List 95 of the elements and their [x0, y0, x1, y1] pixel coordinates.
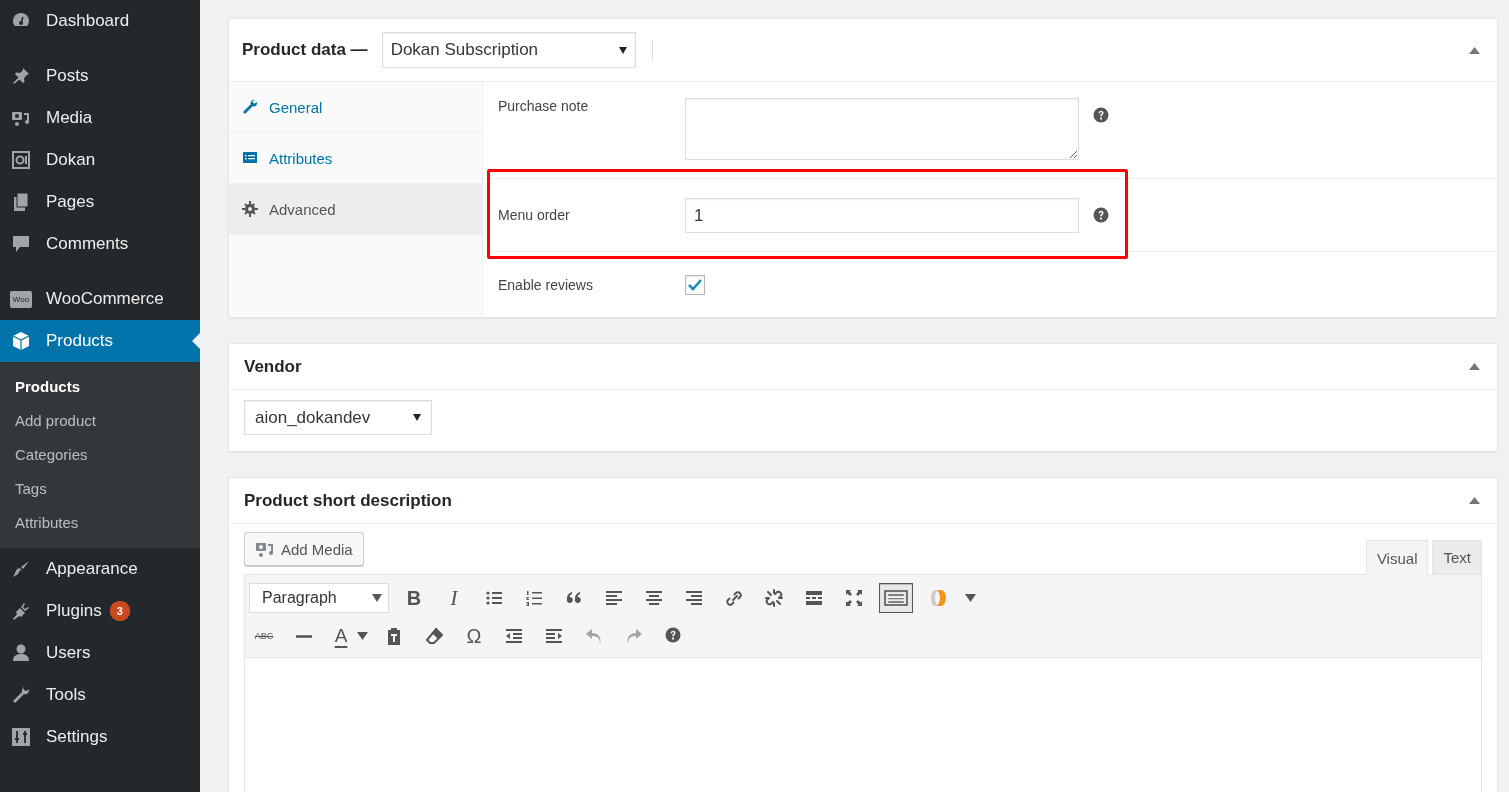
plug-icon — [11, 601, 31, 621]
menu-item[interactable]: Users — [0, 632, 200, 674]
eraser-icon — [425, 627, 443, 645]
count-badge: 3 — [109, 601, 130, 621]
menu-label: Appearance — [46, 559, 138, 579]
submenu-item[interactable]: Categories — [0, 437, 200, 471]
outdent-icon — [505, 627, 523, 645]
safe-icon — [11, 150, 31, 170]
align-right-icon — [685, 589, 703, 607]
align-left-icon — [605, 589, 623, 607]
product-type-select[interactable]: Dokan Subscription — [381, 32, 636, 68]
horizontal-line-icon — [295, 634, 313, 638]
editor-tab[interactable]: Visual — [1365, 540, 1429, 575]
menu-item[interactable]: Pages — [0, 181, 200, 223]
text-color-button[interactable]: A — [329, 621, 353, 651]
collapse-toggle-icon[interactable] — [1469, 45, 1480, 55]
menu-item[interactable]: Woo WooCommerce — [0, 278, 200, 320]
menu-label: Posts — [46, 66, 89, 86]
user-icon — [11, 643, 31, 663]
add-media-button[interactable]: Add Media — [244, 532, 364, 566]
menu-label: WooCommerce — [46, 289, 164, 309]
link-icon — [725, 589, 743, 607]
menu-label: Users — [46, 643, 91, 663]
menu-label: Tools — [46, 685, 86, 705]
read-more-icon — [805, 589, 823, 607]
gear-icon — [242, 201, 258, 217]
align-center-icon — [645, 589, 663, 607]
wrench-icon — [11, 685, 31, 705]
collapse-toggle-icon[interactable] — [1469, 496, 1480, 505]
menu-item[interactable]: Tools — [0, 674, 200, 716]
menu-item[interactable]: Dokan — [0, 139, 200, 181]
submenu-item[interactable]: Tags — [0, 471, 200, 505]
italic-button[interactable]: I — [439, 583, 469, 613]
caret-icon — [413, 414, 421, 421]
toolbar-toggle-button[interactable] — [879, 583, 913, 613]
panel-title: Product data — — [242, 40, 368, 60]
panel-title: Vendor — [244, 356, 302, 377]
menu-label: Comments — [46, 234, 129, 254]
collapse-toggle-icon[interactable] — [1469, 362, 1480, 371]
caret-icon — [618, 46, 627, 54]
caret-icon — [372, 594, 382, 602]
checkbox[interactable] — [685, 275, 705, 295]
editor-tab[interactable]: Text — [1432, 540, 1482, 574]
submenu-item[interactable]: Attributes — [0, 505, 200, 539]
menu-item[interactable]: Media — [0, 97, 200, 139]
menu-item[interactable]: Posts — [0, 55, 200, 97]
caret-icon — [356, 632, 368, 640]
strikethrough-button[interactable]: ABC — [249, 621, 279, 651]
menu-item[interactable]: Products — [0, 320, 200, 362]
numbered-list-icon — [525, 589, 543, 607]
menu-label: Products — [46, 331, 114, 351]
menu-label: Settings — [46, 727, 108, 747]
menu-label: Pages — [46, 192, 95, 212]
bullet-list-icon — [485, 589, 503, 607]
indent-icon — [545, 627, 563, 645]
paintbrush-icon — [11, 559, 31, 579]
menu-item[interactable]: Dashboard — [0, 0, 200, 42]
help-icon — [665, 627, 683, 645]
field-label: Enable reviews — [498, 277, 594, 293]
side-tab[interactable]: General — [229, 82, 482, 133]
menu-item[interactable]: Comments — [0, 223, 200, 265]
checkmark-icon — [687, 277, 703, 293]
menu-item[interactable]: Plugins 3 — [0, 590, 200, 632]
wrench-icon — [242, 99, 258, 115]
menu-item[interactable]: Settings — [0, 716, 200, 758]
menu-label: Plugins — [46, 601, 102, 621]
pages-icon — [11, 192, 31, 212]
menu-label: Dokan — [46, 150, 96, 170]
box-icon — [11, 331, 31, 351]
brand-logo-icon — [929, 589, 947, 607]
fullscreen-icon — [845, 589, 863, 607]
format-select[interactable]: Paragraph — [249, 583, 389, 613]
caret-icon — [964, 594, 976, 602]
number-field[interactable]: 1 — [685, 198, 1079, 233]
side-tab[interactable]: Advanced — [229, 184, 482, 235]
speech-bubble-icon — [11, 234, 31, 254]
menu-label: Dashboard — [46, 11, 130, 31]
sliders-icon — [11, 727, 31, 747]
pushpin-icon — [11, 66, 31, 86]
paste-text-icon — [385, 627, 403, 645]
panel-title: Product short description — [244, 490, 452, 511]
vendor-select[interactable]: aion_dokandev — [244, 400, 432, 435]
list-card-icon — [242, 150, 258, 166]
bold-button[interactable]: B — [399, 583, 429, 613]
woo-logo-icon: Woo — [10, 290, 32, 308]
keyboard-icon — [884, 589, 908, 607]
note-field[interactable] — [685, 98, 1079, 160]
special-character-button[interactable]: Ω — [459, 621, 489, 651]
menu-label: Media — [46, 108, 93, 128]
broken-link-icon — [765, 589, 783, 607]
field-label: Menu order — [498, 207, 571, 223]
field-label: Purchase note — [498, 98, 590, 114]
submenu-item[interactable]: Add product — [0, 403, 200, 437]
menu-item[interactable]: Appearance — [0, 548, 200, 590]
submenu-item[interactable]: Products — [0, 369, 200, 403]
